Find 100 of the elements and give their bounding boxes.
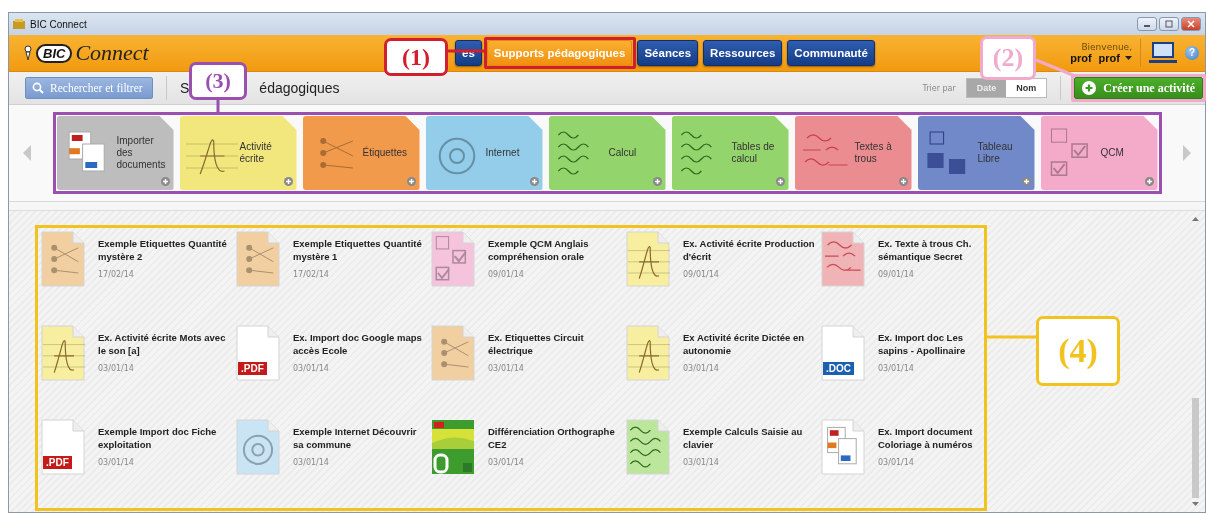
category-tile[interactable]: Importer des documents xyxy=(56,116,174,190)
window-title: BIC Connect xyxy=(30,18,87,30)
right-arrow-icon xyxy=(1183,145,1191,161)
activity-item[interactable]: Ex. Texte à trous Ch. sémantique Secret 09/01/14 xyxy=(821,231,981,317)
activity-item[interactable]: Exemple QCM Anglais compréhension orale 09/01/14 xyxy=(431,231,626,317)
callout-label: (4) xyxy=(1036,316,1120,386)
item-date: 17/02/14 xyxy=(293,270,330,279)
category-tile[interactable]: Activité écrite xyxy=(179,116,297,190)
item-title: Ex. Etiquettes Circuit électrique xyxy=(488,331,585,357)
activity-item[interactable]: Exemple Calculs Saisie au clavier 03/01/14 xyxy=(626,419,821,505)
category-tile[interactable]: Calcul xyxy=(548,116,666,190)
category-tile[interactable]: Internet xyxy=(425,116,543,190)
handwriting-file-icon xyxy=(626,325,670,381)
greeting-text: Bienvenue, xyxy=(1081,42,1132,52)
item-date: 03/01/14 xyxy=(293,364,330,373)
add-icon xyxy=(283,177,293,186)
section-title: édagogiques xyxy=(259,80,340,96)
laptop-icon[interactable] xyxy=(1149,42,1177,64)
item-date: 03/01/14 xyxy=(683,364,720,373)
callout-label: (1) xyxy=(384,38,448,76)
search-icon xyxy=(32,82,44,94)
category-tile[interactable]: Étiquettes xyxy=(302,116,420,190)
caret-icon xyxy=(1125,56,1132,60)
math-file-icon xyxy=(626,419,670,475)
activity-item[interactable]: Ex. Import document Coloriage à numéros 03/01/14 xyxy=(821,419,981,505)
item-title: Exemple Import doc Fiche exploitation xyxy=(98,425,218,451)
item-date: 03/01/14 xyxy=(98,364,135,373)
item-title: Ex Activité écrite Dictée en autonomie xyxy=(683,331,806,357)
category-tile[interactable]: Textes à trous xyxy=(794,116,912,190)
activity-item[interactable]: Différenciation Orthographe CE2 03/01/14 xyxy=(431,419,626,505)
add-icon xyxy=(652,177,662,186)
user-menu[interactable]: prof prof xyxy=(1070,52,1132,64)
add-icon xyxy=(160,177,170,186)
brand-logo: BIC xyxy=(36,43,73,63)
activity-item[interactable]: Ex Activité écrite Dictée en autonomie 03/01/14 xyxy=(626,325,821,411)
item-date: 03/01/14 xyxy=(98,458,135,467)
sort-option[interactable]: Nom xyxy=(1006,79,1047,97)
nav-tab[interactable]: Ressources xyxy=(703,40,783,66)
close-button[interactable] xyxy=(1181,17,1201,31)
labels-file-icon xyxy=(41,231,85,287)
callout-label: (3) xyxy=(189,62,247,100)
activity-item[interactable]: Exemple Internet Découvrir sa commune 03/01/14 xyxy=(236,419,431,505)
handwriting-file-icon xyxy=(41,325,85,381)
activity-item[interactable]: Exemple Etiquettes Quantité mystère 1 17/02/14 xyxy=(236,231,431,317)
item-date: 09/01/14 xyxy=(488,270,525,279)
section-title: S xyxy=(180,80,190,96)
add-icon xyxy=(898,177,908,186)
nav-tab[interactable]: Communauté xyxy=(787,40,875,66)
item-title: Exemple Internet Découvrir sa commune xyxy=(293,425,418,451)
item-title: Exemple Etiquettes Quantité mystère 1 xyxy=(293,237,423,263)
item-title: Ex. Import doc Google maps accès Ecole xyxy=(293,331,423,357)
add-icon xyxy=(529,177,539,186)
checkbox-file-icon xyxy=(431,231,475,287)
item-date: 03/01/14 xyxy=(293,458,330,467)
activity-item[interactable]: .PDF Exemple Import doc Fiche exploitation 03/01/14 xyxy=(41,419,236,505)
labels-file-icon xyxy=(431,325,475,381)
handwriting-file-icon xyxy=(626,231,670,287)
app-name: Connect xyxy=(75,40,149,66)
activity-item[interactable]: .DOC Ex. Import doc Les sapins - Apollinaire 03/01/14 xyxy=(821,325,981,411)
pen-icon xyxy=(23,45,33,61)
plus-icon xyxy=(1082,81,1097,95)
scroll-up-icon xyxy=(1191,217,1199,221)
item-date: 09/01/14 xyxy=(683,270,720,279)
activity-item[interactable]: Ex. Activité écrite Production d'écrit 09/01/14 xyxy=(626,231,821,317)
category-tile[interactable]: QCM xyxy=(1040,116,1158,190)
file-type-label: .PDF xyxy=(43,456,72,469)
activity-item[interactable]: Ex. Activité écrite Mots avec le son [a] 03/01/14 xyxy=(41,325,236,411)
activity-item[interactable]: Exemple Etiquettes Quantité mystère 2 17/02/14 xyxy=(41,231,236,317)
item-date: 03/01/14 xyxy=(878,364,915,373)
item-title: Différenciation Orthographe CE2 xyxy=(488,425,616,451)
item-title: Exemple QCM Anglais compréhension orale xyxy=(488,237,590,263)
handwriting-file-icon xyxy=(821,231,865,287)
item-title: Ex. Import document Coloriage à numéros xyxy=(878,425,974,451)
book-cover-icon xyxy=(431,419,475,475)
item-title: Ex. Import doc Les sapins - Apollinaire xyxy=(878,331,967,357)
add-icon xyxy=(406,177,416,186)
category-tile[interactable]: Tables de calcul xyxy=(671,116,789,190)
item-title: Exemple Calculs Saisie au clavier xyxy=(683,425,804,451)
activity-item[interactable]: Ex. Etiquettes Circuit électrique 03/01/14 xyxy=(431,325,626,411)
category-tile[interactable]: Tableau Libre xyxy=(917,116,1035,190)
item-title: Ex. Texte à trous Ch. sémantique Secret xyxy=(878,237,973,263)
labels-file-icon xyxy=(236,231,280,287)
left-arrow-icon xyxy=(23,145,31,161)
documents-file-icon xyxy=(821,419,865,475)
sort-label: Trier par xyxy=(922,83,956,93)
activity-item[interactable]: .PDF Ex. Import doc Google maps accès Ecole 03/01/14 xyxy=(236,325,431,411)
app-icon xyxy=(13,19,25,29)
file-type-label: .PDF xyxy=(238,362,267,375)
scroll-left-button[interactable] xyxy=(23,145,31,161)
file-type-label: .DOC xyxy=(823,362,854,375)
item-date: 03/01/14 xyxy=(488,458,525,467)
add-icon xyxy=(1021,177,1031,186)
scroll-right-button[interactable] xyxy=(1183,145,1191,161)
nav-tab[interactable]: Séances xyxy=(637,40,699,66)
item-title: Ex. Activité écrite Mots avec le son [a] xyxy=(98,331,227,357)
item-date: 03/01/14 xyxy=(488,364,525,373)
scrollbar-thumb[interactable] xyxy=(1191,398,1199,498)
minimize-button[interactable] xyxy=(1137,17,1157,31)
item-date: 03/01/14 xyxy=(878,458,915,467)
item-date: 03/01/14 xyxy=(683,458,720,467)
